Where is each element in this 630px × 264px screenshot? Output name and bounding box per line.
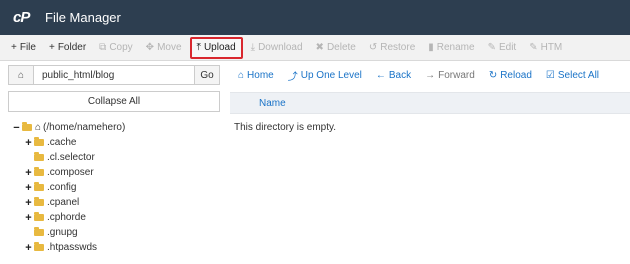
tree-root-label: (/home/namehero) [43, 122, 126, 133]
plus-icon: + [11, 42, 17, 53]
nav-back-button[interactable]: ← Back [376, 70, 411, 81]
navigation-bar: ⌂ Home ⤴ Up One Level ← Back → Forward ↻… [230, 65, 630, 86]
new-file-button[interactable]: + File [6, 37, 41, 59]
collapse-toggle-icon[interactable]: − [12, 122, 21, 134]
expand-toggle-icon[interactable]: + [24, 182, 33, 194]
nav-up-one-level-button[interactable]: ⤴ Up One Level [288, 68, 362, 83]
nav-select-all-button[interactable]: ☑ Select All [546, 70, 599, 81]
nav-forward-button[interactable]: → Forward [425, 70, 475, 81]
new-folder-button[interactable]: + Folder [44, 37, 91, 59]
tree-item[interactable]: + .cache [12, 135, 222, 150]
nav-reload-button[interactable]: ↻ Reload [489, 70, 532, 81]
tree-item[interactable]: + .htpasswds [12, 240, 222, 255]
arrow-left-icon: ← [375, 70, 386, 81]
file-list-header: Name [230, 92, 630, 114]
path-bar: ⌂ Go [8, 65, 220, 85]
go-button[interactable]: Go [194, 65, 220, 85]
folder-icon [34, 137, 44, 146]
folder-icon [34, 182, 44, 191]
copy-icon: ⧉ [99, 42, 107, 53]
rename-button[interactable]: ▮ Rename [423, 37, 479, 59]
folder-icon [34, 152, 44, 161]
cpanel-logo: cP [13, 8, 30, 26]
tree-item[interactable]: + .cpanel [12, 195, 222, 210]
empty-directory-message: This directory is empty. [234, 122, 337, 133]
expand-toggle-icon[interactable]: + [24, 197, 33, 209]
app-title: File Manager [45, 10, 121, 25]
edit-button[interactable]: ✎ Edit [483, 37, 522, 59]
move-button[interactable]: ✥ Move [141, 37, 187, 59]
edit-icon: ✎ [487, 42, 496, 53]
path-input[interactable] [34, 65, 194, 85]
expand-toggle-icon[interactable]: + [24, 242, 33, 254]
home-directory-button[interactable]: ⌂ [8, 65, 34, 85]
tree-item[interactable]: .cl.selector [12, 150, 222, 165]
folder-icon [34, 212, 44, 221]
home-icon: ⌂ [238, 70, 245, 81]
copy-button[interactable]: ⧉ Copy [94, 37, 138, 59]
folder-open-icon [22, 122, 32, 131]
plus-icon: + [48, 42, 55, 53]
html-editor-button[interactable]: ✎ HTM [524, 37, 567, 59]
tree-item[interactable]: + .config [12, 180, 222, 195]
delete-icon: ✖ [315, 42, 324, 53]
checkbox-icon: ☑ [545, 70, 555, 81]
arrow-right-icon: → [425, 70, 436, 81]
rename-icon: ▮ [428, 42, 434, 53]
restore-button[interactable]: ↺ Restore [364, 37, 420, 59]
move-icon: ✥ [145, 42, 155, 53]
folder-icon [34, 167, 44, 176]
folder-tree: − ⌂ (/home/namehero) + .cache .cl.select… [12, 120, 222, 255]
expand-toggle-icon[interactable]: + [24, 212, 33, 224]
download-icon: ⤓ [250, 42, 256, 53]
tree-item[interactable]: + .composer [12, 165, 222, 180]
toolbar: + File + Folder ⧉ Copy ✥ Move ⤒ Upload ⤓… [0, 35, 630, 61]
level-up-icon: ⤴ [287, 72, 298, 83]
nav-home-button[interactable]: ⌂ Home [238, 70, 274, 81]
expand-toggle-icon[interactable]: + [24, 137, 33, 149]
tree-item[interactable]: + .cphorde [12, 210, 222, 225]
home-icon: ⌂ [17, 69, 25, 81]
upload-icon: ⤒ [196, 42, 201, 53]
tree-item[interactable]: .gnupg [12, 225, 222, 240]
delete-button[interactable]: ✖ Delete [311, 37, 361, 59]
folder-icon [34, 227, 44, 236]
folder-icon [34, 242, 44, 251]
column-header-name[interactable]: Name [259, 98, 286, 109]
expand-toggle-icon[interactable]: + [24, 167, 33, 179]
folder-icon [34, 197, 44, 206]
home-icon: ⌂ [35, 122, 42, 133]
download-button[interactable]: ⤓ Download [246, 37, 308, 59]
tree-root[interactable]: − ⌂ (/home/namehero) [12, 120, 222, 135]
restore-icon: ↺ [368, 42, 378, 53]
html-editor-icon: ✎ [529, 42, 538, 53]
title-bar: cP File Manager [0, 0, 630, 35]
collapse-all-button[interactable]: Collapse All [8, 91, 220, 112]
upload-button[interactable]: ⤒ Upload [189, 36, 243, 59]
reload-icon: ↻ [488, 70, 498, 81]
